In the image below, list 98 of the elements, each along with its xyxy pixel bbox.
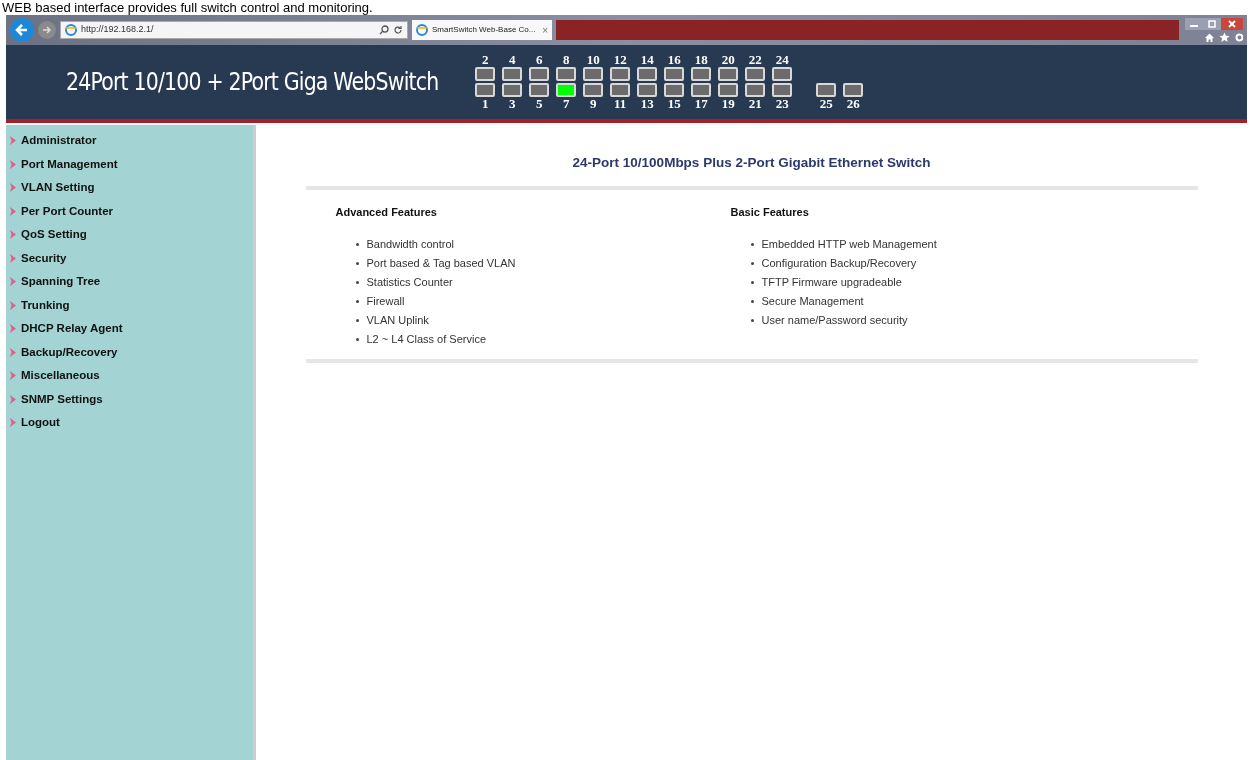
chevron-icon xyxy=(10,347,16,357)
section-heading: Advanced Features xyxy=(335,205,438,221)
close-icon[interactable] xyxy=(1221,17,1243,30)
banner-title: 24Port 10/100 + 2Port Giga WebSwitch xyxy=(66,66,439,99)
feature-item: Bandwidth control xyxy=(366,237,454,252)
bullet-icon xyxy=(355,337,359,341)
port-number: 20 xyxy=(721,53,735,67)
tab-close[interactable]: × xyxy=(542,22,548,38)
home-icon[interactable] xyxy=(1204,31,1215,43)
port-number: 2 xyxy=(481,53,489,67)
browser-logo-icon xyxy=(65,24,77,36)
port-number: 15 xyxy=(667,97,681,111)
port-number: 21 xyxy=(748,97,762,111)
chevron-icon xyxy=(10,159,16,169)
sidebar-item[interactable]: Security xyxy=(6,246,253,270)
chevron-icon xyxy=(10,371,16,381)
chevron-icon xyxy=(10,206,16,216)
feature-item: Configuration Backup/Recovery xyxy=(761,256,917,271)
bullet-icon xyxy=(750,280,754,284)
address-bar[interactable]: http://192.168.2.1/ xyxy=(60,21,408,39)
port-number: 8 xyxy=(562,53,570,67)
sidebar-item[interactable]: Port Management xyxy=(6,152,253,176)
chevron-icon xyxy=(10,418,16,428)
bullet-icon xyxy=(750,299,754,303)
port-number: 6 xyxy=(535,53,543,67)
page-title: 24-Port 10/100Mbps Plus 2-Port Gigabit Ethernet Switch xyxy=(572,154,931,172)
port-number: 3 xyxy=(508,97,516,111)
port-number: 23 xyxy=(775,97,789,111)
feature-item: TFTP Firmware upgradeable xyxy=(761,275,902,290)
caption: WEB based interface provides full switch control and monitoring. xyxy=(1,0,373,15)
feature-item: Statistics Counter xyxy=(366,275,453,290)
port-number: 11 xyxy=(614,97,627,111)
url-text: http://192.168.2.1/ xyxy=(81,23,155,37)
feature-item: User name/Password security xyxy=(761,313,908,328)
bullet-icon xyxy=(355,299,359,303)
sidebar-item[interactable]: Administrator xyxy=(6,129,253,153)
port-number: 12 xyxy=(613,53,627,67)
port-number: 17 xyxy=(694,97,708,111)
chevron-icon xyxy=(10,300,16,310)
port-number: 10 xyxy=(586,53,600,67)
forward-arrow-icon xyxy=(42,25,52,35)
port-number: 18 xyxy=(694,53,708,67)
port-number: 14 xyxy=(640,53,654,67)
bullet-icon xyxy=(355,261,359,265)
port-number: 24 xyxy=(775,53,789,67)
bullet-icon xyxy=(750,242,754,246)
bullet-icon xyxy=(355,280,359,284)
sidebar-item[interactable]: Per Port Counter xyxy=(6,199,253,223)
bullet-icon xyxy=(750,318,754,322)
sidebar-item[interactable]: Spanning Tree xyxy=(6,270,253,294)
bullet-icon xyxy=(355,242,359,246)
minimize-icon[interactable] xyxy=(1185,17,1203,30)
feature-item: Port based & Tag based VLAN xyxy=(366,256,516,271)
back-arrow-icon xyxy=(15,23,29,37)
bullet-icon xyxy=(750,261,754,265)
sidebar-item[interactable]: Trunking xyxy=(6,293,253,317)
feature-item: Secure Management xyxy=(761,294,864,309)
port-number: 4 xyxy=(508,53,516,67)
sidebar-item[interactable]: Logout xyxy=(6,411,253,435)
sidebar-item[interactable]: Miscellaneous xyxy=(6,364,253,388)
forward-button[interactable] xyxy=(38,21,56,39)
back-button[interactable] xyxy=(10,18,34,42)
maximize-icon[interactable] xyxy=(1203,17,1221,30)
bullet-icon xyxy=(355,318,359,322)
port-number: 16 xyxy=(667,53,681,67)
chevron-icon xyxy=(10,394,16,404)
star-icon[interactable] xyxy=(1219,31,1230,43)
port-number: 7 xyxy=(562,97,570,111)
tab-title: SmartSwitch Web-Base Co... xyxy=(432,24,537,36)
feature-item: Firewall xyxy=(366,294,405,309)
settings-icon[interactable] xyxy=(1234,31,1243,43)
refresh-icon[interactable] xyxy=(393,25,403,35)
chevron-icon xyxy=(10,136,16,146)
feature-item: L2 ~ L4 Class of Service xyxy=(366,332,487,347)
chevron-icon xyxy=(10,324,16,334)
chevron-icon xyxy=(10,277,16,287)
port-number: 13 xyxy=(640,97,654,111)
sidebar-item[interactable]: QoS Setting xyxy=(6,223,253,247)
browser-tab[interactable]: SmartSwitch Web-Base Co... × xyxy=(412,20,552,40)
port-number: 26 xyxy=(846,97,860,111)
chevron-icon xyxy=(10,253,16,263)
port-number: 9 xyxy=(589,97,597,111)
port-number: 1 xyxy=(481,97,489,111)
port-number: 22 xyxy=(748,53,762,67)
feature-item: VLAN Uplink xyxy=(366,313,429,328)
port-number: 19 xyxy=(721,97,735,111)
feature-item: Embedded HTTP web Management xyxy=(761,237,937,252)
port-number: 25 xyxy=(819,97,833,111)
chevron-icon xyxy=(10,230,16,240)
chevron-icon xyxy=(10,183,16,193)
sidebar-item[interactable]: DHCP Relay Agent xyxy=(6,317,253,341)
browser-logo-icon xyxy=(416,24,428,36)
section-heading: Basic Features xyxy=(730,205,810,221)
sidebar-item[interactable]: VLAN Setting xyxy=(6,176,253,200)
sidebar-item[interactable]: Backup/Recovery xyxy=(6,340,253,364)
port-number: 5 xyxy=(535,97,543,111)
sidebar-item[interactable]: SNMP Settings xyxy=(6,387,253,411)
search-icon[interactable] xyxy=(379,25,389,35)
